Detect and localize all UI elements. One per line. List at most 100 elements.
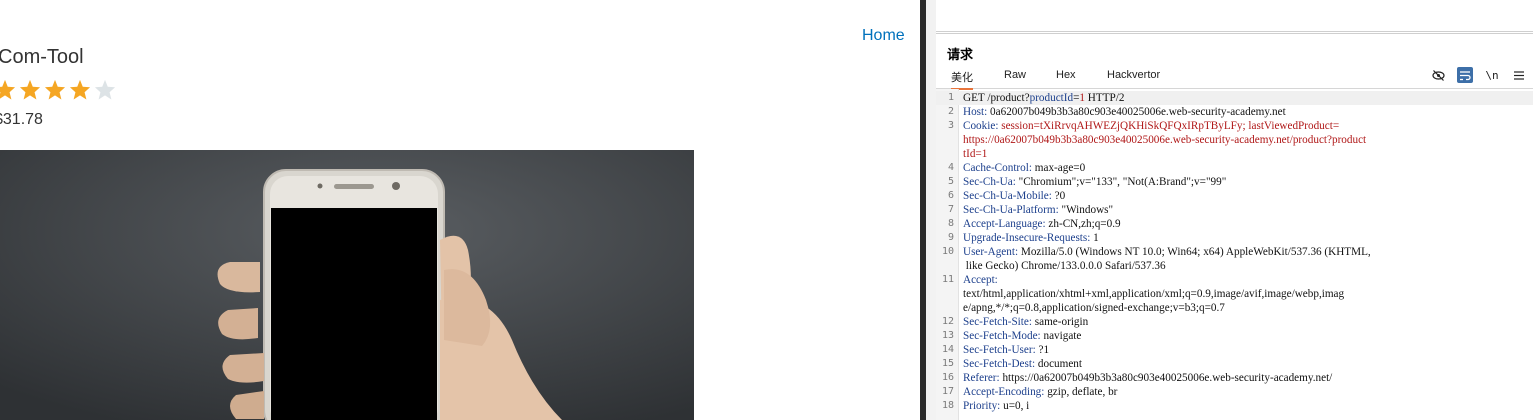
header-value: 1 bbox=[1093, 232, 1099, 244]
tab-hackvertor[interactable]: Hackvertor bbox=[1107, 69, 1160, 81]
header-name: Cookie: bbox=[963, 120, 999, 132]
header-value: same-origin bbox=[1034, 316, 1089, 328]
product-page: Home Com-Tool $31.78 bbox=[0, 0, 920, 420]
header-value: https://0a62007b049b3b3a80c903e40025006e… bbox=[1002, 372, 1333, 384]
header-name: Host: bbox=[963, 106, 988, 118]
request-line[interactable]: 1 GET /product?productId=1 HTTP/2 bbox=[936, 91, 1533, 105]
request-line[interactable]: text/html,application/xhtml+xml,applicat… bbox=[936, 287, 1533, 301]
request-line[interactable]: 18 Priority: u=0, i bbox=[936, 399, 1533, 413]
header-name: Sec-Fetch-Site: bbox=[963, 316, 1032, 328]
header-name: User-Agent: bbox=[963, 246, 1019, 258]
line-number: 4 bbox=[947, 162, 954, 173]
header-name: Sec-Ch-Ua-Mobile: bbox=[963, 190, 1052, 202]
request-line-text: Sec-Ch-Ua-Platform: "Windows" bbox=[963, 203, 1113, 217]
header-name: Sec-Fetch-User: bbox=[963, 344, 1036, 356]
request-line-text: tId=1 bbox=[963, 147, 987, 161]
header-value: ?0 bbox=[1054, 190, 1066, 202]
header-value: zh-CN,zh;q=0.9 bbox=[1048, 218, 1121, 230]
request-line[interactable]: 16 Referer: https://0a62007b049b3b3a80c90… bbox=[936, 371, 1533, 385]
line-number: 16 bbox=[941, 372, 954, 383]
request-line[interactable]: 12 Sec-Fetch-Site: same-origin bbox=[936, 315, 1533, 329]
line-number: 9 bbox=[947, 232, 954, 243]
request-line[interactable]: 11 Accept: bbox=[936, 273, 1533, 287]
line-number: 3 bbox=[947, 120, 954, 131]
request-line-text: Sec-Ch-Ua: "Chromium";v="133", "Not(A:Br… bbox=[963, 175, 1226, 189]
request-line[interactable]: 3 Cookie: session=tXiRrvqAHWEZjQKHiSkQFQx… bbox=[936, 119, 1533, 133]
request-line[interactable]: https://0a62007b049b3b3a80c903e40025006e… bbox=[936, 133, 1533, 147]
header-name: Accept-Encoding: bbox=[963, 386, 1045, 398]
header-value: session=tXiRrvqAHWEZjQKHiSkQFQxIRpTByLFy… bbox=[1001, 120, 1340, 132]
request-line-text: text/html,application/xhtml+xml,applicat… bbox=[963, 287, 1344, 301]
star-empty-icon bbox=[94, 79, 116, 100]
header-value: ?1 bbox=[1038, 344, 1050, 356]
line-number: 5 bbox=[947, 176, 954, 187]
request-line-text: Sec-Fetch-Site: same-origin bbox=[963, 315, 1088, 329]
request-line[interactable]: 2 Host: 0a62007b049b3b3a80c903e40025006e.… bbox=[936, 105, 1533, 119]
line-number: 15 bbox=[941, 358, 954, 369]
header-value: "Chromium";v="133", "Not(A:Brand";v="99" bbox=[1018, 176, 1227, 188]
header-value: GET /product?productId=1 HTTP/2 bbox=[963, 92, 1125, 104]
newline-icon[interactable]: \n bbox=[1484, 67, 1500, 83]
tab-hex[interactable]: Hex bbox=[1056, 69, 1076, 81]
request-line[interactable]: e/apng,*/*;q=0.8,application/signed-exch… bbox=[936, 301, 1533, 315]
header-name: Sec-Ch-Ua: bbox=[963, 176, 1016, 188]
request-line-text: Cache-Control: max-age=0 bbox=[963, 161, 1085, 175]
request-line-text: Accept: bbox=[963, 273, 1001, 287]
header-value: gzip, deflate, br bbox=[1047, 386, 1118, 398]
line-number: 11 bbox=[941, 274, 954, 285]
request-panel-title: 请求 bbox=[947, 47, 974, 62]
star-filled-icon bbox=[44, 79, 66, 100]
request-line[interactable]: 7 Sec-Ch-Ua-Platform: "Windows" bbox=[936, 203, 1533, 217]
request-line-text: GET /product?productId=1 HTTP/2 bbox=[963, 91, 1124, 105]
request-line-text: e/apng,*/*;q=0.8,application/signed-exch… bbox=[963, 301, 1225, 315]
star-filled-icon bbox=[0, 79, 16, 100]
header-name: Cache-Control: bbox=[963, 162, 1032, 174]
request-line[interactable]: like Gecko) Chrome/133.0.0.0 Safari/537.… bbox=[936, 259, 1533, 273]
request-line-text: Accept-Language: zh-CN,zh;q=0.9 bbox=[963, 217, 1121, 231]
header-name: Accept-Language: bbox=[963, 218, 1046, 230]
toolbar-separator bbox=[936, 33, 1533, 34]
request-line-text: User-Agent: Mozilla/5.0 (Windows NT 10.0… bbox=[963, 245, 1371, 259]
star-rating bbox=[0, 79, 116, 100]
line-number: 18 bbox=[941, 400, 954, 411]
home-link[interactable]: Home bbox=[862, 27, 905, 45]
request-line-text: Sec-Ch-Ua-Mobile: ?0 bbox=[963, 189, 1065, 203]
tab-pretty[interactable]: 美化 bbox=[951, 69, 973, 90]
request-line[interactable]: 4 Cache-Control: max-age=0 bbox=[936, 161, 1533, 175]
eye-off-icon[interactable] bbox=[1430, 67, 1446, 83]
line-number: 12 bbox=[941, 316, 954, 327]
line-number: 10 bbox=[941, 246, 954, 257]
header-value: https://0a62007b049b3b3a80c903e40025006e… bbox=[963, 134, 1367, 146]
header-value: document bbox=[1037, 358, 1082, 370]
tab-raw[interactable]: Raw bbox=[1004, 69, 1026, 81]
request-line-text: Sec-Fetch-Mode: navigate bbox=[963, 329, 1081, 343]
request-line[interactable]: 13 Sec-Fetch-Mode: navigate bbox=[936, 329, 1533, 343]
request-line-text: Host: 0a62007b049b3b3a80c903e40025006e.w… bbox=[963, 105, 1286, 119]
line-number: 2 bbox=[947, 106, 954, 117]
header-value: 0a62007b049b3b3a80c903e40025006e.web-sec… bbox=[990, 106, 1286, 118]
request-line[interactable]: 10 User-Agent: Mozilla/5.0 (Windows NT 10… bbox=[936, 245, 1533, 259]
request-line-text: Accept-Encoding: gzip, deflate, br bbox=[963, 385, 1117, 399]
request-line[interactable]: 5 Sec-Ch-Ua: "Chromium";v="133", "Not(A:B… bbox=[936, 175, 1533, 189]
product-title: Com-Tool bbox=[0, 46, 84, 68]
line-number: 7 bbox=[947, 204, 954, 215]
header-value: navigate bbox=[1043, 330, 1082, 342]
request-editor[interactable]: 1 GET /product?productId=1 HTTP/2 2 Host: 0… bbox=[936, 89, 1533, 420]
request-line-text: like Gecko) Chrome/133.0.0.0 Safari/537.… bbox=[963, 259, 1166, 273]
request-line[interactable]: tId=1 bbox=[936, 147, 1533, 161]
request-line[interactable]: 17 Accept-Encoding: gzip, deflate, br bbox=[936, 385, 1533, 399]
menu-icon[interactable] bbox=[1511, 67, 1527, 83]
header-value: Mozilla/5.0 (Windows NT 10.0; Win64; x64… bbox=[1020, 246, 1371, 258]
header-name: Referer: bbox=[963, 372, 1000, 384]
request-line[interactable]: 8 Accept-Language: zh-CN,zh;q=0.9 bbox=[936, 217, 1533, 231]
header-name: Sec-Ch-Ua-Platform: bbox=[963, 204, 1059, 216]
request-line[interactable]: 14 Sec-Fetch-User: ?1 bbox=[936, 343, 1533, 357]
header-name: Priority: bbox=[963, 400, 1001, 412]
request-line[interactable]: 15 Sec-Fetch-Dest: document bbox=[936, 357, 1533, 371]
wrap-lines-icon[interactable] bbox=[1457, 67, 1473, 83]
request-line-text: https://0a62007b049b3b3a80c903e40025006e… bbox=[963, 133, 1366, 147]
header-name: Sec-Fetch-Mode: bbox=[963, 330, 1041, 342]
request-line[interactable]: 6 Sec-Ch-Ua-Mobile: ?0 bbox=[936, 189, 1533, 203]
request-line[interactable]: 9 Upgrade-Insecure-Requests: 1 bbox=[936, 231, 1533, 245]
request-line-text: Sec-Fetch-Dest: document bbox=[963, 357, 1082, 371]
